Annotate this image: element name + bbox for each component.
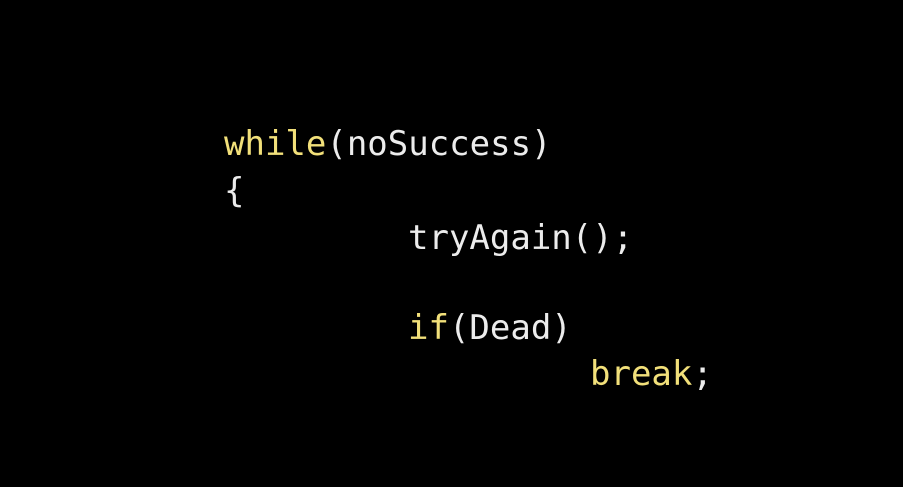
code-line-break: break; [590,354,713,394]
keyword-if: if [408,308,449,348]
statement-terminator: ; [692,354,713,394]
keyword-break: break [590,354,693,394]
if-condition: (Dead) [448,308,572,348]
code-line-try-again: tryAgain(); [408,218,633,258]
keyword-while: while [224,124,327,164]
while-condition: (noSuccess) [326,124,552,164]
code-line-while: while(noSuccess) [224,124,552,164]
try-again-call: tryAgain(); [408,218,634,258]
code-image: while(noSuccess) { tryAgain(); if(Dead) … [0,0,903,487]
code-line-if: if(Dead) [408,308,572,348]
code-line-open-brace: { [224,171,244,211]
open-brace: { [224,171,245,211]
